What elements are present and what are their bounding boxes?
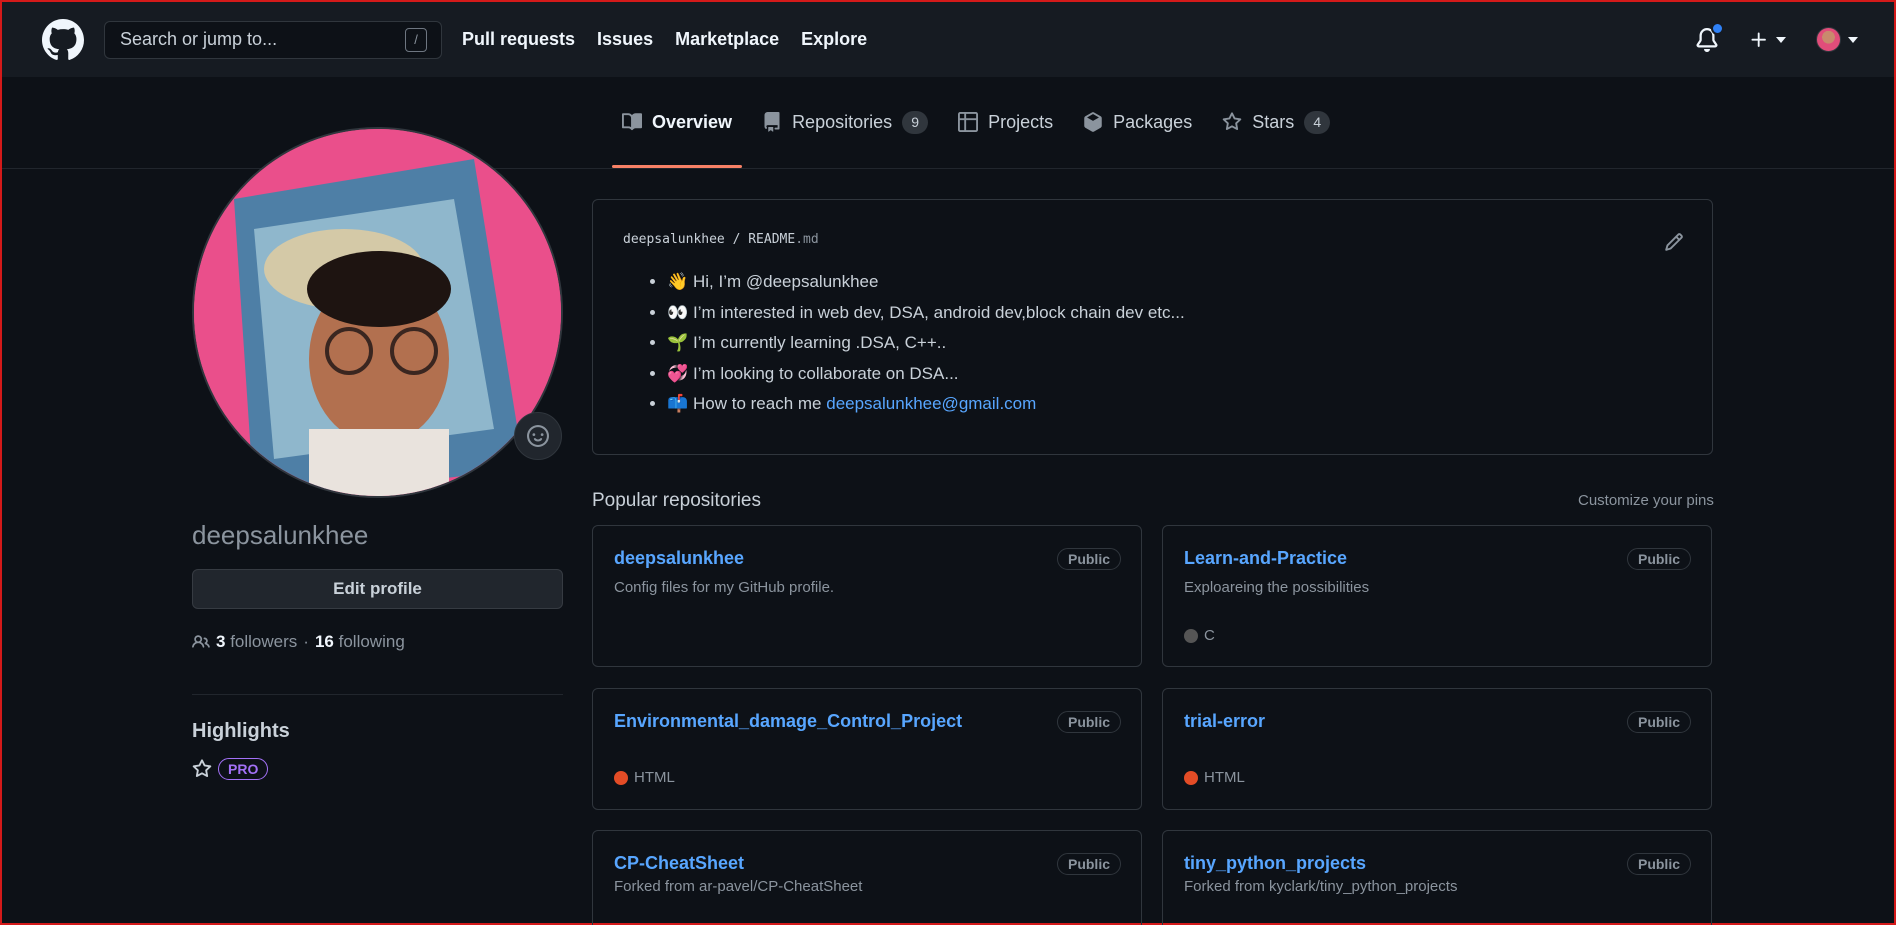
global-nav: Pull requests Issues Marketplace Explore: [462, 29, 867, 50]
repo-link[interactable]: Learn-and-Practice: [1184, 548, 1347, 568]
people-icon: [192, 635, 210, 648]
repo-link[interactable]: deepsalunkhee: [614, 548, 744, 568]
readme-owner-link[interactable]: deepsalunkhee: [623, 232, 725, 247]
repo-card: Environmental_damage_Control_Project Pub…: [592, 688, 1142, 810]
tab-label: Stars: [1252, 111, 1295, 132]
visibility-badge: Public: [1626, 853, 1691, 875]
stars-count: 4: [1304, 110, 1331, 134]
visibility-badge: Public: [1056, 853, 1121, 875]
followers-link[interactable]: 3 followers: [216, 632, 297, 652]
tab-label: Projects: [988, 111, 1054, 132]
repo-fork-source: Forked from kyclark/tiny_python_projects: [1184, 878, 1458, 895]
repo-card: tiny_python_projects Public Forked from …: [1162, 830, 1712, 925]
nav-pull-requests[interactable]: Pull requests: [462, 29, 575, 50]
nav-explore[interactable]: Explore: [801, 29, 867, 50]
smiley-icon: [527, 425, 549, 447]
create-new-menu[interactable]: [1749, 30, 1786, 50]
repo-language: C: [1184, 627, 1215, 644]
readme-path: deepsalunkhee / README.md: [623, 232, 819, 247]
repo-fork-source: Forked from ar-pavel/CP-CheatSheet: [614, 878, 863, 895]
highlights-title: Highlights: [192, 720, 290, 742]
notifications-bell-icon[interactable]: [1695, 21, 1724, 52]
search-shortcut-key: /: [405, 27, 427, 52]
tab-packages[interactable]: Packages: [1073, 76, 1202, 168]
star-icon: [1222, 112, 1242, 131]
notification-dot: [1711, 21, 1724, 35]
tab-label: Overview: [652, 111, 733, 132]
repo-language: HTML: [1184, 769, 1245, 786]
language-color-dot: [614, 770, 628, 785]
repositories-count: 9: [902, 110, 929, 134]
search-input[interactable]: Search or jump to... /: [104, 20, 442, 59]
profile-tabs: Overview Repositories 9 Projects Package…: [612, 76, 1350, 168]
tab-overview[interactable]: Overview: [612, 76, 743, 168]
visibility-badge: Public: [1056, 548, 1121, 570]
repo-description: Exploareing the possibilities: [1184, 579, 1370, 596]
repo-card: deepsalunkhee Public Config files for my…: [592, 525, 1142, 667]
language-color-dot: [1184, 770, 1198, 785]
repo-language: HTML: [614, 769, 675, 786]
repo-card: CP-CheatSheet Public Forked from ar-pave…: [592, 830, 1142, 925]
package-icon: [1084, 112, 1102, 132]
tab-stars[interactable]: Stars 4: [1212, 76, 1340, 168]
popular-repos-title: Popular repositories: [592, 490, 761, 511]
book-icon: [622, 113, 642, 131]
customize-pins-link[interactable]: Customize your pins: [1578, 492, 1714, 509]
profile-username: deepsalunkhee: [192, 520, 369, 550]
nav-marketplace[interactable]: Marketplace: [675, 29, 779, 50]
follow-separator: ·: [303, 632, 309, 651]
following-link[interactable]: 16 following: [315, 632, 405, 652]
github-logo-icon[interactable]: [42, 18, 84, 61]
project-icon: [958, 112, 979, 132]
top-header: Search or jump to... / Pull requests Iss…: [2, 2, 1894, 77]
pencil-icon[interactable]: [1664, 232, 1684, 257]
readme-card: deepsalunkhee / README.md 👋Hi, I’m @deep…: [592, 199, 1713, 455]
list-item: 👋Hi, I’m @deepsalunkhee: [667, 267, 1682, 298]
repo-description: Config files for my GitHub profile.: [614, 579, 835, 596]
list-item: 💞I’m looking to collaborate on DSA...: [667, 359, 1682, 390]
email-link[interactable]: deepsalunkhee@gmail.com: [826, 394, 1036, 413]
readme-file-link[interactable]: README.md: [748, 232, 818, 247]
tab-label: Repositories: [792, 111, 893, 132]
follow-stats: 3 followers · 16 following: [192, 632, 405, 652]
tab-repositories[interactable]: Repositories 9: [752, 76, 938, 168]
repo-link[interactable]: trial-error: [1184, 711, 1265, 731]
avatar: [1816, 27, 1841, 52]
nav-issues[interactable]: Issues: [597, 29, 653, 50]
pro-badge[interactable]: PRO: [218, 758, 269, 780]
visibility-badge: Public: [1626, 548, 1691, 570]
list-item: 📫How to reach me deepsalunkhee@gmail.com: [667, 389, 1682, 420]
visibility-badge: Public: [1056, 711, 1121, 733]
list-item: 👀I’m interested in web dev, DSA, android…: [667, 298, 1682, 329]
tab-label: Packages: [1113, 111, 1193, 132]
set-status-button[interactable]: [514, 412, 562, 460]
highlights-pro: PRO: [192, 758, 269, 780]
chevron-down-icon: [1776, 36, 1786, 43]
search-placeholder: Search or jump to...: [120, 29, 278, 49]
readme-list: 👋Hi, I’m @deepsalunkhee 👀I’m interested …: [623, 267, 1682, 420]
sidebar-divider: [192, 694, 563, 695]
list-item: 🌱I’m currently learning .DSA, C++..: [667, 328, 1682, 359]
repo-link[interactable]: tiny_python_projects: [1184, 853, 1366, 873]
plus-icon: [1751, 32, 1766, 47]
repo-icon: [764, 112, 780, 132]
header-actions: [1695, 2, 1858, 77]
user-menu[interactable]: [1816, 27, 1858, 52]
tab-projects[interactable]: Projects: [948, 76, 1063, 168]
profile-avatar[interactable]: [192, 127, 563, 498]
visibility-badge: Public: [1626, 711, 1691, 733]
repo-link[interactable]: CP-CheatSheet: [614, 853, 744, 873]
repo-card: trial-error Public HTML: [1162, 688, 1712, 810]
language-color-dot: [1184, 628, 1198, 643]
repo-card: Learn-and-Practice Public Exploareing th…: [1162, 525, 1712, 667]
star-icon: [192, 759, 212, 778]
edit-profile-button[interactable]: Edit profile: [192, 569, 563, 609]
repo-link[interactable]: Environmental_damage_Control_Project: [614, 711, 962, 731]
chevron-down-icon: [1848, 36, 1858, 43]
